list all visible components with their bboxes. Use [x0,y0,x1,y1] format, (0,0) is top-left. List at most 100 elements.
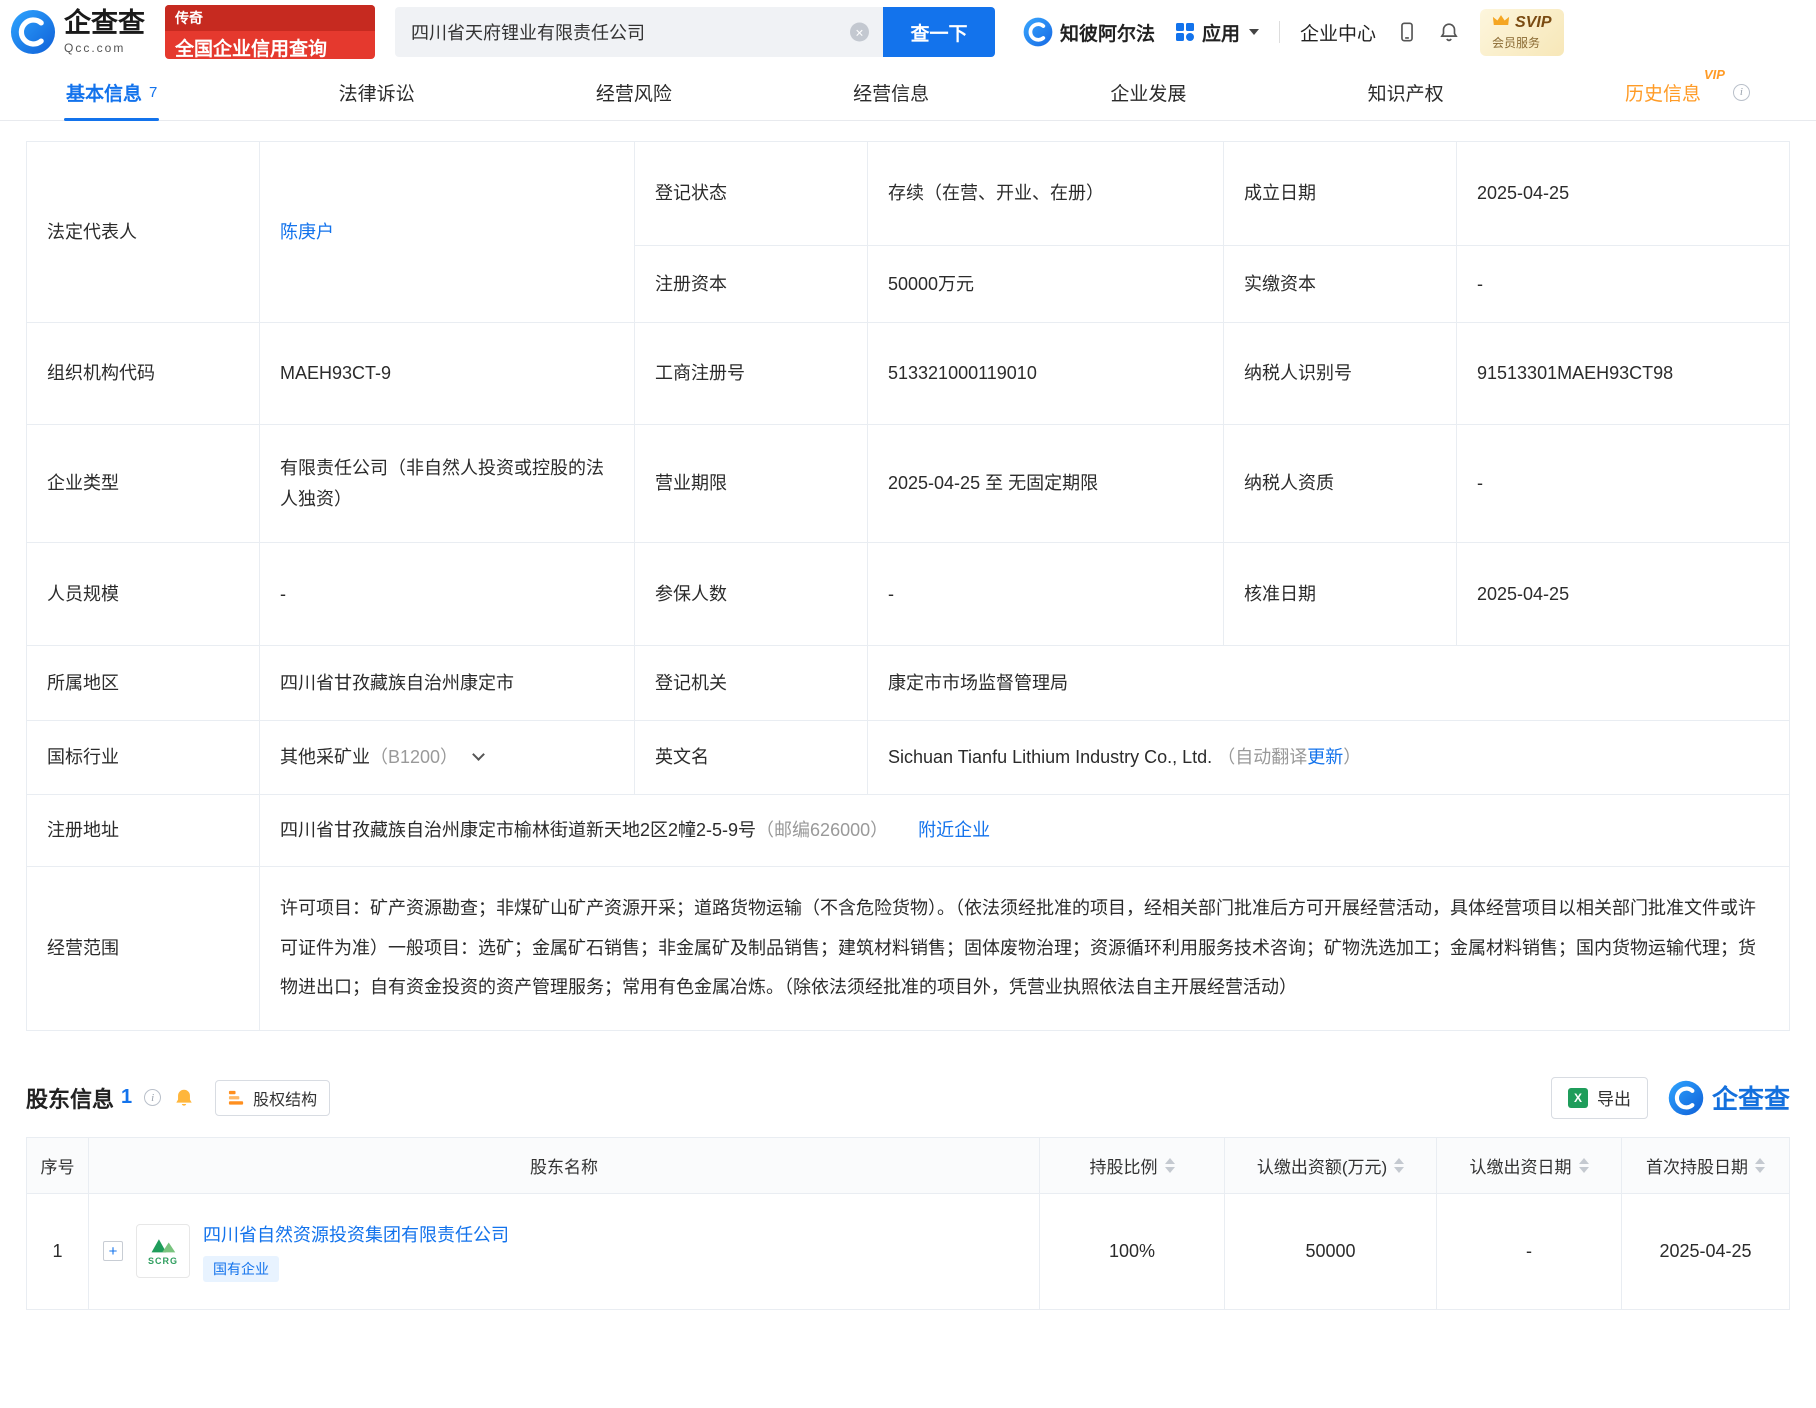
equity-structure-button[interactable]: 股权结构 [215,1079,331,1116]
en-name-update-link[interactable]: 更新 [1307,747,1343,767]
paid-capital-label: 实缴资本 [1223,245,1457,323]
search-input[interactable] [395,7,883,57]
col-amount[interactable]: 认缴出资额(万元) [1224,1136,1437,1194]
biz-term-value: 2025-04-25 至 无固定期限 [867,424,1224,543]
taxpayer-qual-value: - [1456,424,1790,543]
tab-business-risk[interactable]: 经营风险 [596,64,672,120]
shareholder-name-link[interactable]: 四川省自然资源投资集团有限责任公司 [203,1221,509,1247]
svip-member-button[interactable]: SVIP 会员服务 [1480,8,1564,56]
shareholders-bell-icon[interactable] [173,1087,195,1109]
tab-business-risk-label: 经营风险 [595,83,672,105]
biz-reg-no-label: 工商注册号 [634,322,868,425]
expand-plus-icon[interactable] [103,1241,123,1262]
tab-basic-info-label: 基本信息 [66,83,143,105]
search-button[interactable]: 查一下 [883,7,995,57]
staff-size-value: - [259,542,635,646]
vip-badge: VIP [1703,66,1725,82]
scope-value: 许可项目：矿产资源勘查；非煤矿山矿产资源开采；道路货物运输（不含危险货物）。（依… [259,866,1790,1031]
tab-intellectual-property[interactable]: 知识产权 [1368,64,1444,120]
crown-icon [1492,14,1510,32]
export-button[interactable]: 导出 [1550,1076,1648,1119]
col-first-date[interactable]: 首次持股日期 [1621,1136,1790,1194]
history-info-icon[interactable] [1732,83,1750,101]
shareholders-info-icon[interactable] [144,1089,162,1107]
tab-history-info-label: 历史信息 [1624,83,1701,105]
staff-size-label: 人员规模 [26,542,260,646]
col-date[interactable]: 认缴出资日期 [1436,1136,1622,1194]
region-value: 四川省甘孜藏族自治州康定市 [259,645,635,721]
reg-capital-value: 50000万元 [867,245,1224,323]
tax-id-label: 纳税人识别号 [1223,322,1457,425]
shareholders-header: 股东信息 1 股权结构 导出 [26,1076,1790,1119]
bell-icon[interactable] [1438,21,1460,43]
col-date-label: 认缴出资日期 [1469,1157,1572,1177]
nearby-companies-link[interactable]: 附近企业 [918,820,990,840]
tax-id-value: 91513301MAEH93CT98 [1456,322,1790,425]
col-ratio[interactable]: 持股比例 [1039,1136,1225,1194]
en-name-note-close: ） [1343,747,1362,768]
biz-reg-no-value: 513321000119010 [867,322,1224,425]
address-label: 注册地址 [26,794,260,867]
reg-status-value: 存续（在营、开业、在册） [867,141,1224,246]
tab-history-info[interactable]: 历史信息 VIP [1625,64,1750,120]
svip-subtitle: 会员服务 [1492,35,1541,50]
shareholder-index: 1 [26,1192,89,1310]
en-name-note: （自动翻译 [1217,747,1308,768]
taxpayer-qual-label: 纳税人资质 [1223,424,1457,543]
org-code-value: MAEH93CT-9 [259,322,635,425]
shareholder-first-date: 2025-04-25 [1621,1192,1790,1310]
promo-banner[interactable]: 传奇 全国企业信用查询 [165,5,375,59]
shareholder-logo-icon[interactable]: SCRG [136,1224,190,1279]
org-code-label: 组织机构代码 [26,322,260,425]
industry-code: （B1200） [370,747,459,768]
qcc-brand-name: 企查查 [1711,1084,1790,1115]
basic-info-table: 法定代表人 陈庚户 登记状态 存续（在营、开业、在册） 成立日期 2025-04… [26,141,1790,1031]
reg-authority-label: 登记机关 [634,645,868,721]
region-label: 所属地区 [26,645,260,721]
shareholders-count: 1 [121,1086,133,1109]
tab-legal-litigation-label: 法律诉讼 [338,83,415,105]
insured-count-value: - [867,542,1224,646]
nav-zhibi-alpha[interactable]: 知彼阿尔法 [1023,17,1155,47]
col-ratio-label: 持股比例 [1089,1157,1158,1177]
tab-basic-info[interactable]: 基本信息 7 [63,64,160,121]
top-header: 企查查 Qcc.com 传奇 全国企业信用查询 查一下 知彼阿尔法 [0,0,1816,64]
shareholders-table: 序号 股东名称 持股比例 认缴出资额(万元) 认缴出资日期 首次持股日期 1 +… [26,1136,1790,1310]
industry-label: 国标行业 [26,720,260,795]
chevron-down-icon[interactable] [472,748,485,762]
sort-icon[interactable] [1164,1157,1175,1173]
qcc-logo[interactable]: 企查查 Qcc.com [10,9,145,55]
approval-date-label: 核准日期 [1223,542,1457,646]
reg-authority-value: 康定市市场监督管理局 [867,645,1790,721]
legal-rep-link[interactable]: 陈庚户 [280,222,334,242]
en-name-text: Sichuan Tianfu Lithium Industry Co., Ltd… [888,747,1213,768]
sort-icon[interactable] [1755,1157,1765,1173]
tab-company-development[interactable]: 企业发展 [1110,64,1186,120]
tab-legal-litigation[interactable]: 法律诉讼 [339,64,415,120]
nav-apps[interactable]: 应用 [1175,19,1260,46]
tab-intellectual-property-label: 知识产权 [1367,83,1444,105]
est-date-value: 2025-04-25 [1456,141,1790,246]
col-name: 股东名称 [88,1136,1040,1194]
company-type-label: 企业类型 [26,424,260,543]
shareholders-title: 股东信息 [26,1086,115,1112]
nav-enterprise-center[interactable]: 企业中心 [1300,19,1376,46]
shareholders-section: 股东信息 1 股权结构 导出 [26,1076,1790,1310]
scope-label: 经营范围 [26,866,260,1031]
shareholder-name-cell: SCRG 四川省自然资源投资集团有限责任公司 国有企业 [88,1192,1040,1310]
qcc-brand-mark[interactable]: 企查查 [1668,1079,1790,1116]
en-name-value: Sichuan Tianfu Lithium Industry Co., Ltd… [867,720,1790,795]
state-owned-tag: 国有企业 [203,1255,279,1282]
clear-icon[interactable] [850,22,869,42]
insured-count-label: 参保人数 [634,542,868,646]
phone-icon[interactable] [1396,21,1418,43]
sort-icon[interactable] [1578,1157,1589,1173]
tab-business-info[interactable]: 经营信息 [853,64,929,120]
equity-structure-label: 股权结构 [253,1091,318,1109]
address-postcode: （邮编626000） [756,820,889,841]
shareholder-amount: 50000 [1224,1192,1437,1310]
sort-icon[interactable] [1394,1157,1405,1173]
col-index: 序号 [26,1136,89,1194]
caret-down-icon [1249,29,1260,35]
biz-term-label: 营业期限 [634,424,868,543]
